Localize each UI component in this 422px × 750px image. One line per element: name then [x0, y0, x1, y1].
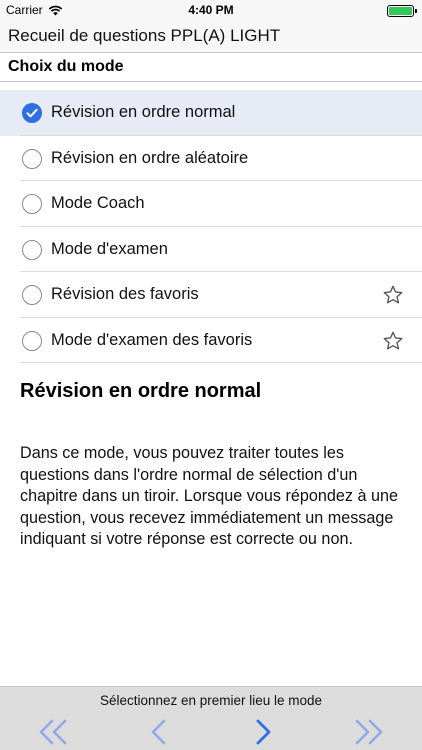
- app-title: Recueil de questions PPL(A) LIGHT: [8, 26, 281, 45]
- star-icon[interactable]: [382, 284, 404, 306]
- toolbar-hint: Sélectionnez en premier lieu le mode: [99, 693, 323, 708]
- mode-label: Révision des favoris: [51, 285, 199, 303]
- chevron-left-icon: [151, 719, 166, 745]
- star-icon[interactable]: [382, 330, 404, 352]
- mode-row-revision-favorites[interactable]: Révision des favoris: [0, 272, 422, 318]
- radio-unchecked-icon[interactable]: [22, 239, 42, 260]
- first-button[interactable]: [36, 717, 70, 747]
- mode-row-revision-normal[interactable]: Révision en ordre normal: [0, 90, 422, 136]
- double-chevron-left-icon: [39, 719, 67, 745]
- radio-unchecked-icon[interactable]: [22, 285, 42, 305]
- radio-unchecked-icon[interactable]: [22, 148, 42, 169]
- app-title-bar: Recueil de questions PPL(A) LIGHT: [0, 22, 422, 52]
- mode-row-exam-favorites[interactable]: Mode d'examen des favoris: [0, 317, 422, 363]
- radio-checked-icon[interactable]: [22, 103, 42, 123]
- last-button[interactable]: [352, 717, 386, 747]
- mode-label: Mode Coach: [51, 194, 145, 212]
- mode-label: Révision en ordre aléatoire: [51, 148, 249, 167]
- status-time: 4:40 PM: [188, 3, 234, 17]
- chevron-right-icon: [256, 719, 271, 745]
- double-chevron-right-icon: [355, 719, 383, 745]
- mode-label: Mode d'examen: [51, 239, 168, 258]
- mode-row-coach[interactable]: Mode Coach: [0, 181, 422, 227]
- previous-button[interactable]: [142, 717, 176, 747]
- mode-row-exam[interactable]: Mode d'examen: [0, 226, 422, 272]
- status-bar: Carrier 4:40 PM: [0, 0, 422, 22]
- mode-list: Révision en ordre normal Révision en ord…: [0, 90, 422, 363]
- mode-row-revision-random[interactable]: Révision en ordre aléatoire: [0, 135, 422, 181]
- mode-label: Mode d'examen des favoris: [51, 330, 253, 349]
- radio-unchecked-icon[interactable]: [22, 194, 42, 214]
- divider: [20, 362, 422, 363]
- bottom-toolbar: Sélectionnez en premier lieu le mode: [0, 686, 422, 750]
- description-title: Révision en ordre normal: [20, 380, 262, 402]
- section-header: Choix du mode: [0, 52, 422, 82]
- screen: Carrier 4:40 PM Recueil de questions PPL…: [0, 0, 422, 750]
- next-button[interactable]: [246, 717, 280, 747]
- mode-label: Révision en ordre normal: [51, 103, 236, 121]
- section-title: Choix du mode: [8, 58, 124, 75]
- description-text: Dans ce mode, vous pouvez traiter toutes…: [20, 444, 398, 548]
- radio-unchecked-icon[interactable]: [22, 330, 42, 351]
- battery-icon: [387, 5, 417, 17]
